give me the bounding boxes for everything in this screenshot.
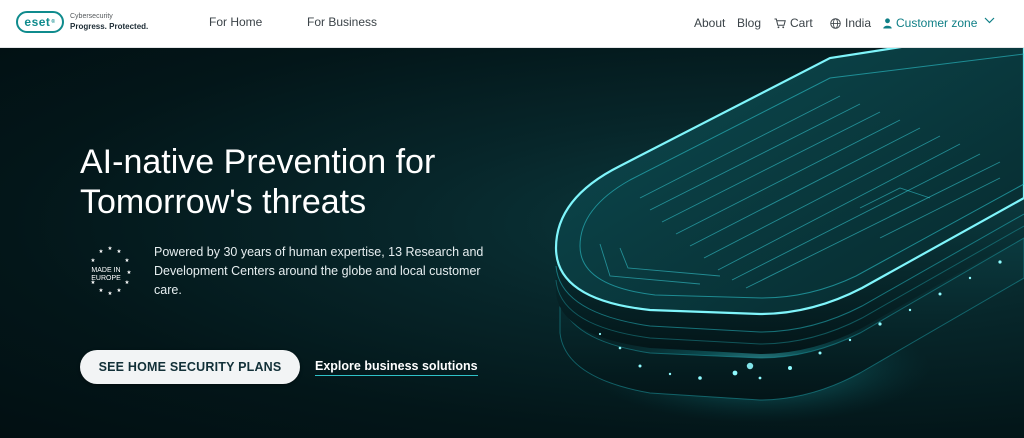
user-icon [883, 17, 892, 28]
svg-text:★: ★ [108, 246, 113, 252]
region-selector[interactable]: India [830, 16, 871, 30]
chevron-down-icon [984, 17, 995, 24]
customer-zone-dropdown[interactable] [984, 17, 995, 24]
nav-for-home[interactable]: For Home [209, 15, 262, 29]
svg-text:★: ★ [127, 270, 132, 276]
logo-text: Cybersecurity Progress. Protected. [70, 12, 148, 32]
badge-line1: MADE IN [91, 267, 120, 274]
nav-blog[interactable]: Blog [737, 16, 761, 30]
badge-line2: EUROPE [91, 275, 121, 282]
svg-text:★: ★ [99, 288, 104, 294]
globe-icon [830, 17, 841, 29]
svg-text:★: ★ [108, 291, 113, 296]
svg-text:★: ★ [99, 249, 104, 255]
region-label: India [845, 16, 872, 30]
logo-tagline: Progress. Protected. [70, 22, 149, 31]
svg-text:★: ★ [125, 258, 130, 264]
nav-for-business[interactable]: For Business [307, 15, 377, 29]
customer-zone[interactable]: Customer zone [883, 16, 977, 30]
hero-title: AI-native Prevention for Tomorrow's thre… [80, 143, 436, 221]
svg-text:★: ★ [91, 258, 96, 264]
site-header: eset ® Cybersecurity Progress. Protected.… [0, 0, 1024, 48]
nav-cart[interactable]: Cart [774, 16, 813, 30]
cart-icon [774, 18, 786, 28]
svg-text:★: ★ [117, 288, 122, 294]
svg-text:★: ★ [125, 280, 130, 286]
cart-label: Cart [790, 16, 813, 30]
eset-logo[interactable]: eset ® Cybersecurity Progress. Protected. [16, 11, 148, 33]
nav-about[interactable]: About [694, 16, 725, 30]
eset-logo-mark: eset ® [16, 11, 64, 33]
svg-text:★: ★ [117, 249, 122, 255]
made-in-europe-badge: ★ ★ ★ ★ ★ ★ ★ ★ ★ ★ ★ MADE IN EUROPE [91, 246, 132, 296]
hero-banner: AI-native Prevention for Tomorrow's thre… [0, 48, 1024, 438]
customer-zone-label: Customer zone [896, 16, 978, 30]
explore-business-solutions-link[interactable]: Explore business solutions [315, 359, 478, 376]
see-home-security-plans-button[interactable]: SEE HOME SECURITY PLANS [80, 350, 300, 384]
logo-subtitle: Cybersecurity [70, 13, 113, 20]
hero-description: Powered by 30 years of human expertise, … [154, 245, 484, 297]
